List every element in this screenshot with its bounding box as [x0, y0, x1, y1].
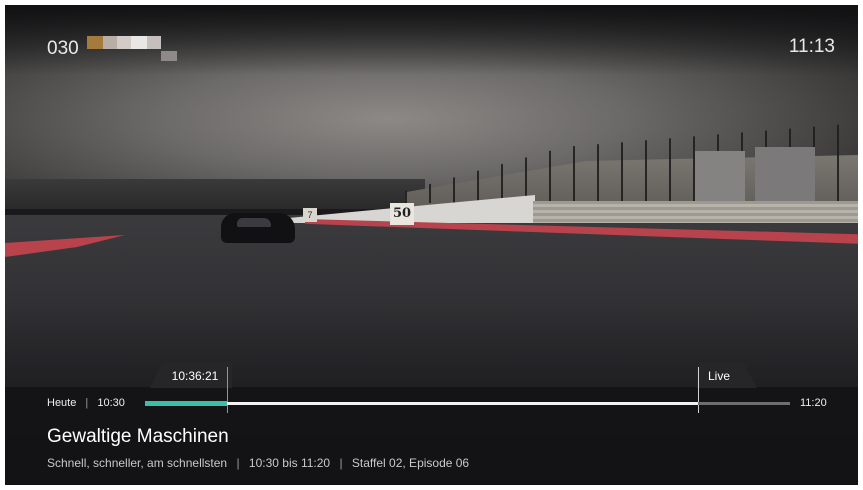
video-building — [755, 147, 815, 201]
progress-bar[interactable] — [145, 400, 790, 407]
logo-block — [146, 36, 161, 49]
day-label: Heute — [47, 397, 77, 409]
program-meta: Schnell, schneller, am schnellsten | 10:… — [47, 456, 469, 470]
logo-block — [160, 50, 177, 61]
end-time: 11:20 — [800, 397, 827, 409]
video-distance-board: 50 — [390, 203, 414, 225]
video-race-car — [221, 213, 295, 243]
video-treeline — [5, 179, 425, 209]
tv-player: 50 7 030 11:13 10:36:21 Live Heute | 10:… — [5, 5, 858, 485]
start-time: 10:30 — [97, 397, 125, 409]
meta-separator: | — [339, 456, 343, 470]
video-building — [695, 151, 745, 201]
logo-block — [116, 36, 131, 49]
episode-subtitle: Schnell, schneller, am schnellsten — [47, 456, 228, 470]
playhead-time: 10:36:21 — [171, 369, 219, 383]
program-title: Gewaltige Maschinen — [47, 426, 229, 447]
meta-separator: | — [236, 456, 240, 470]
season-episode: Staffel 02, Episode 06 — [351, 456, 470, 470]
video-barrier — [533, 201, 858, 223]
progress-live-range — [145, 402, 698, 405]
logo-block — [86, 36, 103, 49]
logo-block — [130, 36, 147, 49]
day-start-label: Heute | 10:30 — [47, 397, 125, 409]
broadcast-time: 10:30 bis 11:20 — [248, 456, 331, 470]
day-separator: | — [85, 397, 89, 409]
logo-block — [102, 36, 117, 49]
channel-logo — [86, 36, 177, 62]
channel-number: 030 — [47, 38, 79, 59]
progress-watched — [145, 401, 227, 406]
live-label[interactable]: Live — [708, 369, 730, 383]
video-sign: 7 — [303, 208, 317, 222]
clock: 11:13 — [788, 36, 835, 57]
channel-indicator: 030 — [47, 36, 177, 62]
